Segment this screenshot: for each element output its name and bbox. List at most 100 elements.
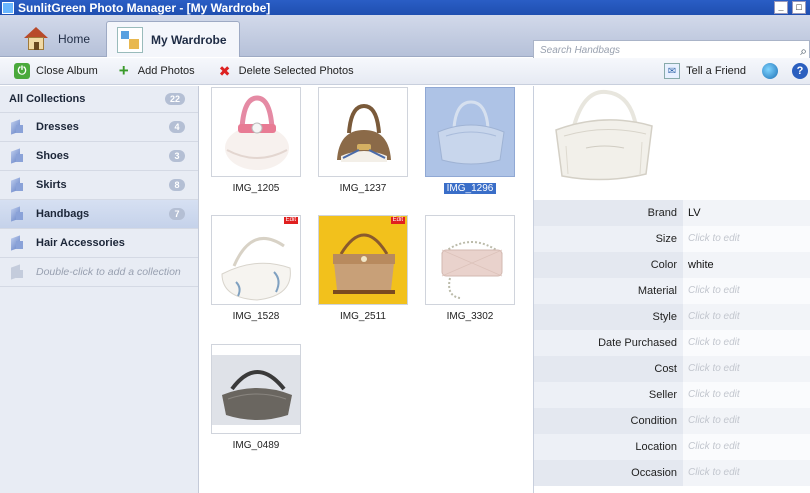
sidebar-item-label: Dresses bbox=[36, 121, 79, 133]
search-icon[interactable]: ⌕ bbox=[800, 44, 807, 59]
property-label: Occasion bbox=[534, 460, 683, 486]
handbag-preview-image bbox=[555, 89, 653, 181]
photo-thumbnail[interactable]: Edit bbox=[318, 215, 408, 305]
add-collection-hint: Double-click to add a collection bbox=[36, 266, 181, 278]
photo-thumbnail[interactable] bbox=[211, 344, 301, 434]
property-value[interactable]: Click to edit bbox=[683, 226, 810, 252]
property-label: Condition bbox=[534, 408, 683, 434]
photo-tile-img-1528[interactable]: Edit IMG_1528 bbox=[211, 215, 301, 322]
property-value[interactable]: Click to edit bbox=[683, 356, 810, 382]
photo-tile-img-1205[interactable]: IMG_1205 bbox=[211, 87, 301, 194]
sidebar-item-shoes[interactable]: Shoes 3 bbox=[0, 142, 198, 171]
tab-bar: Home My Wardrobe Search Handbags ⌕ bbox=[0, 15, 810, 62]
delete-x-icon: ✖ bbox=[218, 62, 231, 79]
property-label: Date Purchased bbox=[534, 330, 683, 356]
minimize-button[interactable]: _ bbox=[774, 1, 788, 14]
toolbar: ⏻ Close Album + Add Photos ✖ Delete Sele… bbox=[0, 58, 810, 85]
photo-caption: IMG_1205 bbox=[232, 183, 280, 194]
photo-tile-img-3302[interactable]: IMG_3302 bbox=[425, 215, 515, 322]
property-row-material[interactable]: Material Click to edit bbox=[534, 278, 810, 304]
globe-icon[interactable] bbox=[762, 63, 778, 79]
collection-icon bbox=[10, 207, 24, 221]
photo-tile-img-1237[interactable]: IMG_1237 bbox=[318, 87, 408, 194]
tell-friend-label: Tell a Friend bbox=[686, 65, 746, 77]
collection-icon bbox=[10, 265, 24, 279]
property-value[interactable]: LV bbox=[683, 200, 810, 226]
photo-caption: IMG_3302 bbox=[446, 311, 494, 322]
photo-caption: IMG_0489 bbox=[232, 440, 280, 451]
sidebar-item-handbags[interactable]: Handbags 7 bbox=[0, 200, 198, 229]
photo-thumbnail-selected[interactable] bbox=[425, 87, 515, 177]
collection-icon bbox=[10, 178, 24, 192]
tab-my-wardrobe-label: My Wardrobe bbox=[151, 32, 227, 47]
handbag-image bbox=[441, 241, 503, 299]
property-row-seller[interactable]: Seller Click to edit bbox=[534, 382, 810, 408]
collection-icon bbox=[10, 120, 24, 134]
property-row-brand[interactable]: Brand LV bbox=[534, 200, 810, 226]
share-icon: ✉ bbox=[664, 63, 681, 79]
property-row-date-purchased[interactable]: Date Purchased Click to edit bbox=[534, 330, 810, 356]
tab-home[interactable]: Home bbox=[14, 21, 104, 57]
photo-thumbnail[interactable] bbox=[425, 215, 515, 305]
sidebar-item-dresses[interactable]: Dresses 4 bbox=[0, 113, 198, 142]
sidebar-item-all-collections[interactable]: All Collections 22 bbox=[0, 86, 198, 113]
tab-home-label: Home bbox=[58, 32, 91, 46]
property-row-color[interactable]: Color white bbox=[534, 252, 810, 278]
sidebar-item-label: Hair Accessories bbox=[36, 237, 125, 249]
sidebar-item-label: Skirts bbox=[36, 179, 67, 191]
close-album-button[interactable]: ⏻ Close Album bbox=[14, 61, 98, 81]
add-photos-button[interactable]: + Add Photos bbox=[116, 61, 195, 81]
help-icon[interactable]: ? bbox=[792, 63, 808, 79]
window-title: SunlitGreen Photo Manager - [My Wardrobe… bbox=[18, 0, 271, 15]
photo-thumbnail[interactable] bbox=[211, 87, 301, 177]
property-value[interactable]: Click to edit bbox=[683, 408, 810, 434]
handbag-image bbox=[437, 100, 505, 165]
photo-tile-img-0489[interactable]: IMG_0489 bbox=[211, 344, 301, 451]
property-value[interactable]: white bbox=[683, 252, 810, 278]
handbag-image bbox=[319, 216, 407, 304]
property-label: Material bbox=[534, 278, 683, 304]
property-label: Seller bbox=[534, 382, 683, 408]
count-badge: 3 bbox=[169, 150, 185, 162]
plus-icon: + bbox=[118, 61, 129, 80]
property-value[interactable]: Click to edit bbox=[683, 304, 810, 330]
property-value[interactable]: Click to edit bbox=[683, 460, 810, 486]
photo-caption: IMG_1296 bbox=[425, 183, 515, 194]
property-value[interactable]: Click to edit bbox=[683, 434, 810, 460]
tab-my-wardrobe[interactable]: My Wardrobe bbox=[106, 21, 240, 57]
collection-icon bbox=[10, 236, 24, 250]
property-value[interactable]: Click to edit bbox=[683, 278, 810, 304]
power-icon: ⏻ bbox=[14, 63, 30, 79]
maximize-button[interactable]: □ bbox=[792, 1, 806, 14]
delete-selected-button[interactable]: ✖ Delete Selected Photos bbox=[217, 61, 354, 81]
sidebar-item-hair-accessories[interactable]: Hair Accessories bbox=[0, 229, 198, 258]
collection-icon bbox=[10, 149, 24, 163]
delete-selected-label: Delete Selected Photos bbox=[238, 65, 354, 77]
property-row-size[interactable]: Size Click to edit bbox=[534, 226, 810, 252]
property-row-location[interactable]: Location Click to edit bbox=[534, 434, 810, 460]
photo-thumbnail[interactable]: Edit bbox=[211, 215, 301, 305]
sidebar-item-label: All Collections bbox=[9, 93, 86, 105]
property-row-cost[interactable]: Cost Click to edit bbox=[534, 356, 810, 382]
handbag-image bbox=[212, 355, 300, 425]
count-badge: 22 bbox=[165, 93, 185, 105]
photo-grid: IMG_1205 IMG_1237 IMG_1296 Edit IMG_1528… bbox=[200, 86, 532, 493]
handbag-image bbox=[225, 95, 289, 170]
property-label: Brand bbox=[534, 200, 683, 226]
tell-friend-button[interactable]: ✉ Tell a Friend bbox=[664, 61, 746, 81]
sidebar-item-label: Shoes bbox=[36, 150, 70, 162]
sidebar-item-skirts[interactable]: Skirts 8 bbox=[0, 171, 198, 200]
close-album-label: Close Album bbox=[36, 65, 98, 77]
add-collection-row[interactable]: Double-click to add a collection bbox=[0, 258, 198, 287]
photo-tile-img-2511[interactable]: Edit IMG_2511 bbox=[318, 215, 408, 322]
property-row-occasion[interactable]: Occasion Click to edit bbox=[534, 460, 810, 486]
app-icon bbox=[2, 1, 14, 14]
property-row-condition[interactable]: Condition Click to edit bbox=[534, 408, 810, 434]
property-value[interactable]: Click to edit bbox=[683, 382, 810, 408]
property-label: Color bbox=[534, 252, 683, 278]
property-value[interactable]: Click to edit bbox=[683, 330, 810, 356]
count-badge: 4 bbox=[169, 121, 185, 133]
photo-thumbnail[interactable] bbox=[318, 87, 408, 177]
photo-tile-img-1296[interactable]: IMG_1296 bbox=[425, 87, 515, 194]
property-row-style[interactable]: Style Click to edit bbox=[534, 304, 810, 330]
